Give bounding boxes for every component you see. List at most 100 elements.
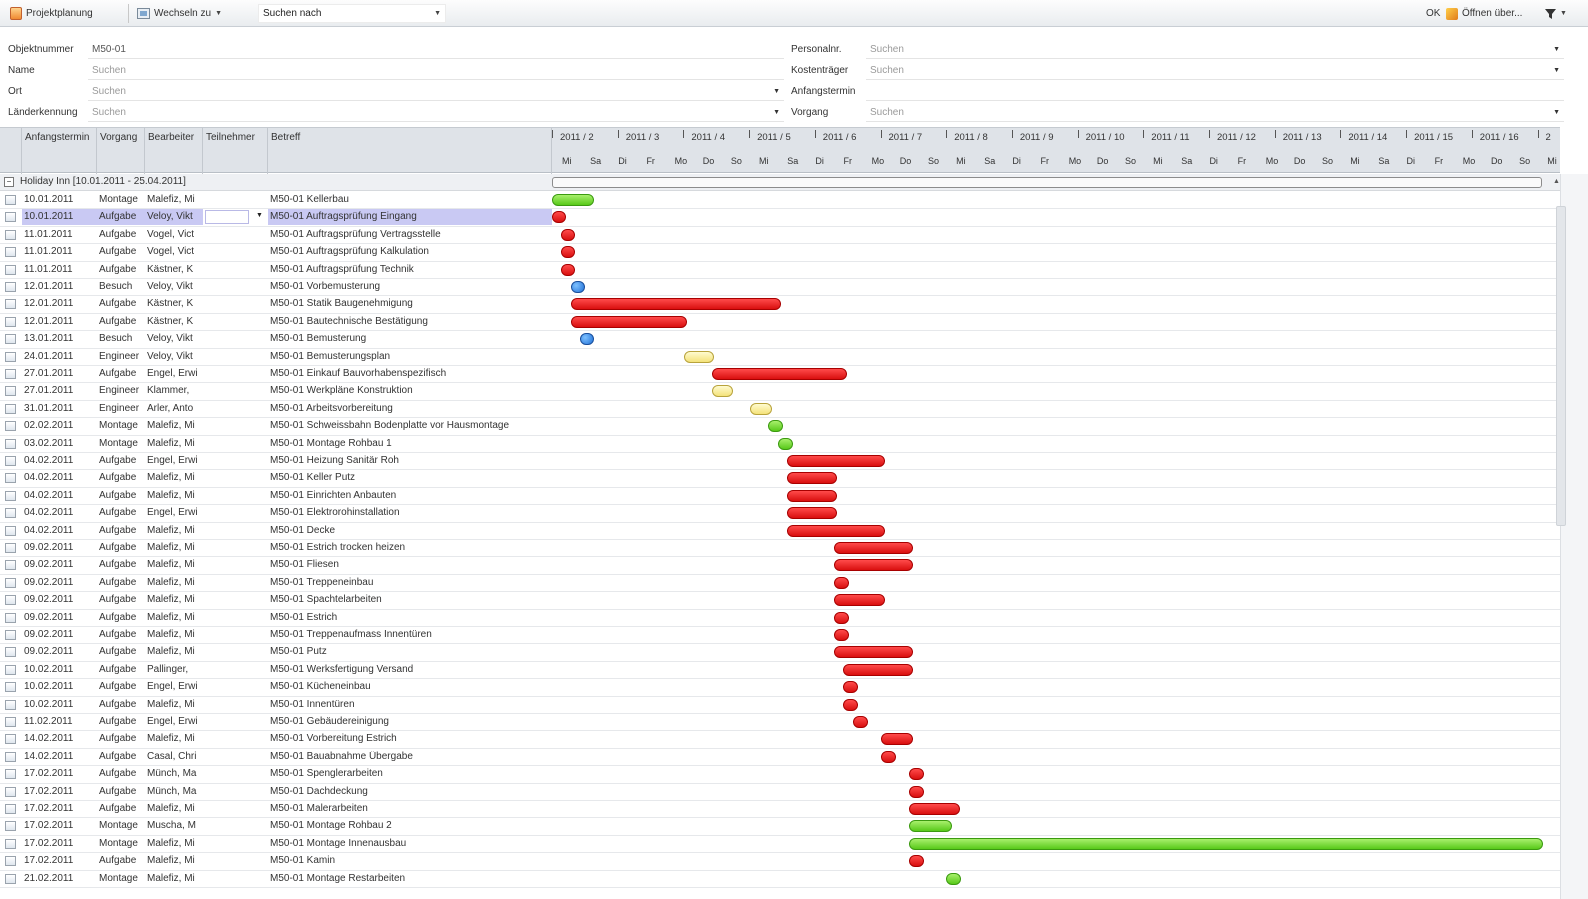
gantt-bar[interactable]: [787, 455, 885, 467]
gantt-bar[interactable]: [712, 368, 847, 380]
gantt-bar[interactable]: [834, 646, 913, 659]
gantt-bar[interactable]: [853, 716, 868, 728]
personalnr-field[interactable]: Suchen ▼: [866, 41, 1564, 59]
gantt-bar[interactable]: [834, 611, 849, 624]
table-row[interactable]: 17.02.2011 Aufgabe Münch, Ma M50-01 Spengle…: [0, 766, 1560, 784]
table-row[interactable]: 13.01.2011 Besuch Veloy, Vikt M50-01 Bemust…: [0, 331, 1560, 349]
gantt-bar[interactable]: [787, 524, 885, 537]
column-header-betreff[interactable]: Betreff: [268, 128, 552, 174]
gantt-bar[interactable]: [571, 281, 585, 293]
table-row[interactable]: 04.02.2011 Aufgabe Malefiz, Mi M50-01 Kelle…: [0, 470, 1560, 488]
table-row[interactable]: 03.02.2011 Montage Malefiz, Mi M50-01 Monta…: [0, 436, 1560, 453]
gantt-bar[interactable]: [946, 872, 961, 885]
gantt-bar[interactable]: [909, 768, 924, 781]
gantt-bar[interactable]: [561, 228, 575, 241]
table-row[interactable]: 12.01.2011 Aufgabe Kästner, K M50-01 Statik…: [0, 296, 1560, 314]
ok-button[interactable]: OK: [1426, 0, 1440, 27]
table-row[interactable]: 14.02.2011 Aufgabe Casal, Chri M50-01 Bauab…: [0, 749, 1560, 767]
table-row[interactable]: 17.02.2011 Aufgabe Malefiz, Mi M50-01 Kamin: [0, 853, 1560, 871]
gantt-bar[interactable]: [571, 298, 781, 311]
project-planning-button[interactable]: Projektplanung: [10, 0, 93, 27]
table-row[interactable]: 21.02.2011 Montage Malefiz, Mi M50-01 Monta…: [0, 871, 1560, 888]
chevron-down-icon[interactable]: ▼: [256, 212, 263, 219]
table-row[interactable]: 09.02.2011 Aufgabe Malefiz, Mi M50-01 Flies…: [0, 557, 1560, 575]
ort-field[interactable]: Suchen ▼: [88, 83, 784, 101]
table-row[interactable]: 10.02.2011 Aufgabe Engel, Erwi M50-01 Küche…: [0, 679, 1560, 697]
table-row[interactable]: 11.01.2011 Aufgabe Vogel, Vict M50-01 Auftr…: [0, 227, 1560, 245]
table-row[interactable]: 09.02.2011 Aufgabe Malefiz, Mi M50-01 Trepp…: [0, 627, 1560, 645]
table-row[interactable]: 10.01.2011 Aufgabe Veloy, Vikt M50-01 Auftr…: [0, 209, 1560, 227]
column-header-teilnehmer[interactable]: Teilnehmer: [203, 128, 268, 174]
gantt-bar[interactable]: [750, 402, 772, 415]
gantt-bar[interactable]: [580, 333, 594, 346]
gantt-bar[interactable]: [684, 350, 714, 363]
scroll-up-icon[interactable]: ▲: [1553, 178, 1560, 185]
filter-menu-button[interactable]: ▼: [1545, 0, 1567, 27]
search-combobox[interactable]: Suchen nach ▼: [258, 4, 446, 23]
gantt-bar[interactable]: [881, 750, 896, 763]
table-row[interactable]: 11.01.2011 Aufgabe Vogel, Vict M50-01 Auftr…: [0, 244, 1560, 262]
table-row[interactable]: 10.01.2011 Montage Malefiz, Mi M50-01 Kelle…: [0, 192, 1560, 210]
objektnummer-field[interactable]: M50-01: [88, 41, 784, 59]
gantt-bar[interactable]: [909, 837, 1543, 850]
vorgang-field[interactable]: Suchen ▼: [866, 104, 1564, 122]
vertical-scrollbar-thumb[interactable]: [1556, 206, 1566, 526]
gantt-bar[interactable]: [909, 855, 924, 868]
anfangstermin-field[interactable]: [866, 83, 1564, 101]
gantt-bar[interactable]: [768, 420, 783, 433]
table-row[interactable]: 09.02.2011 Aufgabe Malefiz, Mi M50-01 Putz: [0, 644, 1560, 662]
gantt-bar[interactable]: [843, 663, 913, 676]
table-row[interactable]: 12.01.2011 Besuch Veloy, Vikt M50-01 Vorbem…: [0, 279, 1560, 297]
table-row[interactable]: 09.02.2011 Aufgabe Malefiz, Mi M50-01 Estri…: [0, 540, 1560, 558]
open-via-button[interactable]: Öffnen über...: [1446, 0, 1522, 27]
table-row[interactable]: 17.02.2011 Montage Malefiz, Mi M50-01 Monta…: [0, 836, 1560, 854]
table-row[interactable]: 09.02.2011 Aufgabe Malefiz, Mi M50-01 Trepp…: [0, 575, 1560, 593]
kostentraeger-field[interactable]: Suchen ▼: [866, 62, 1564, 80]
table-row[interactable]: 09.02.2011 Aufgabe Malefiz, Mi M50-01 Estri…: [0, 610, 1560, 627]
gantt-bar[interactable]: [571, 315, 687, 328]
table-row[interactable]: 10.02.2011 Aufgabe Malefiz, Mi M50-01 Innen…: [0, 697, 1560, 714]
gantt-bar[interactable]: [909, 803, 960, 815]
gantt-bar[interactable]: [834, 629, 849, 641]
table-row[interactable]: 14.02.2011 Aufgabe Malefiz, Mi M50-01 Vorbe…: [0, 731, 1560, 749]
table-row[interactable]: 11.01.2011 Aufgabe Kästner, K M50-01 Auftra…: [0, 262, 1560, 279]
gantt-bar[interactable]: [787, 472, 837, 485]
column-header-vorgang[interactable]: Vorgang: [97, 128, 145, 174]
table-row[interactable]: 31.01.2011 Engineer Arler, Anto M50-01 Arbe…: [0, 401, 1560, 419]
gantt-bar[interactable]: [552, 194, 594, 206]
table-row[interactable]: 27.01.2011 Engineer Klammer, M50-01 Werkplä…: [0, 383, 1560, 401]
gantt-bar[interactable]: [787, 507, 837, 520]
laenderkennung-field[interactable]: Suchen ▼: [88, 104, 784, 122]
gantt-bar[interactable]: [834, 576, 849, 589]
table-row[interactable]: 17.02.2011 Aufgabe Malefiz, Mi M50-01 Maler…: [0, 801, 1560, 819]
group-row[interactable]: − Holiday Inn [10.01.2011 - 25.04.2011]: [0, 174, 1560, 191]
gantt-bar[interactable]: [552, 211, 566, 224]
table-row[interactable]: 04.02.2011 Aufgabe Malefiz, Mi M50-01 Decke: [0, 523, 1560, 540]
table-row[interactable]: 04.02.2011 Aufgabe Malefiz, Mi M50-01 Einri…: [0, 488, 1560, 506]
table-row[interactable]: 09.02.2011 Aufgabe Malefiz, Mi M50-01 Spach…: [0, 592, 1560, 610]
gantt-bar[interactable]: [843, 681, 858, 694]
table-row[interactable]: 04.02.2011 Aufgabe Engel, Erwi M50-01 Heizu…: [0, 453, 1560, 471]
gantt-bar[interactable]: [787, 489, 837, 502]
gantt-bar[interactable]: [843, 698, 858, 711]
gantt-bar[interactable]: [909, 785, 924, 798]
gantt-bar[interactable]: [909, 820, 952, 833]
table-row[interactable]: 17.02.2011 Montage Muscha, M M50-01 Montage…: [0, 818, 1560, 836]
gantt-bar[interactable]: [712, 385, 733, 398]
gantt-bar[interactable]: [834, 559, 913, 572]
table-row[interactable]: 17.02.2011 Aufgabe Münch, Ma M50-01 Dachdec…: [0, 784, 1560, 801]
table-row[interactable]: 12.01.2011 Aufgabe Kästner, K M50-01 Bautec…: [0, 314, 1560, 332]
table-row[interactable]: 11.02.2011 Aufgabe Engel, Erwi M50-01 Gebäu…: [0, 714, 1560, 732]
gantt-bar[interactable]: [834, 594, 885, 607]
table-row[interactable]: 24.01.2011 Engineer Veloy, Vikt M50-01 Bemu…: [0, 349, 1560, 366]
table-row[interactable]: 02.02.2011 Montage Malefiz, Mi M50-01 Schwe…: [0, 418, 1560, 436]
table-row[interactable]: 27.01.2011 Aufgabe Engel, Erwi M50-01 Einka…: [0, 366, 1560, 384]
collapse-toggle-icon[interactable]: −: [4, 177, 14, 187]
column-header-bearbeiter[interactable]: Bearbeiter: [145, 128, 203, 174]
gantt-bar[interactable]: [561, 246, 575, 259]
gantt-bar[interactable]: [778, 437, 793, 450]
gantt-bar[interactable]: [561, 263, 575, 276]
switch-to-dropdown[interactable]: Wechseln zu ▼: [137, 0, 222, 27]
table-row[interactable]: 10.02.2011 Aufgabe Pallinger, M50-01 Werksf…: [0, 662, 1560, 680]
column-header-anfangstermin[interactable]: Anfangstermin: [22, 128, 97, 174]
